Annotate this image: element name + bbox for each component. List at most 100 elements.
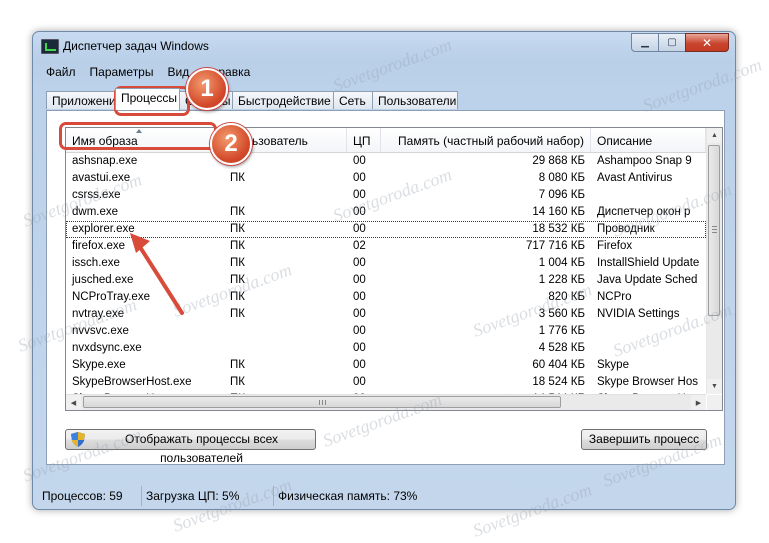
show-all-users-processes-button[interactable]: Отображать процессы всех пользователей — [65, 429, 316, 465]
cell-image-name: nvxdsync.exe — [72, 342, 142, 354]
status-processes: Процессов: 59 — [38, 486, 142, 506]
minimize-button[interactable]: ▁ — [631, 33, 659, 52]
cell-description: Skype Browser Hos — [597, 376, 698, 388]
grip-line — [325, 400, 326, 405]
table-row[interactable]: dwm.exe ПК 00 14 160 КБ Диспетчер окон р — [66, 204, 706, 221]
table-row[interactable]: nvvsvc.exe 00 1 776 КБ — [66, 323, 706, 340]
cell-user: ПК — [230, 223, 245, 235]
cell-user: ПК — [230, 240, 245, 252]
cell-cpu: 00 — [353, 223, 366, 235]
cell-cpu: 00 — [353, 291, 366, 303]
cell-user: ПК — [230, 376, 245, 388]
status-memory: Физическая память: 73% — [278, 489, 418, 503]
cell-description: InstallShield Update — [597, 257, 700, 269]
grip-line — [319, 400, 320, 405]
grip-line — [712, 229, 717, 230]
tab-applications[interactable]: Приложения — [46, 91, 122, 109]
horizontal-scroll-thumb[interactable] — [83, 396, 561, 408]
cell-memory: 1 004 КБ — [538, 257, 585, 269]
cell-cpu: 00 — [353, 189, 366, 201]
cell-description: Диспетчер окон р — [597, 206, 691, 218]
cell-user: ПК — [230, 308, 245, 320]
cell-memory: 29 868 КБ — [532, 155, 585, 167]
cell-description: NVIDIA Settings — [597, 308, 680, 320]
horizontal-scrollbar[interactable]: ◀ ▶ — [66, 394, 706, 410]
cell-description: Firefox — [597, 240, 633, 252]
cell-user — [224, 187, 347, 204]
cell-memory: 4 528 КБ — [538, 342, 585, 354]
grip-line — [712, 232, 717, 233]
cell-cpu: 00 — [353, 257, 366, 269]
cell-cpu: 00 — [353, 206, 366, 218]
title-bar[interactable]: Диспетчер задач Windows ▁ ▢ ✕ — [33, 32, 735, 60]
table-row[interactable]: Skype.exe ПК 00 60 404 КБ Skype — [66, 357, 706, 374]
cell-cpu: 00 — [353, 172, 366, 184]
tab-performance[interactable]: Быстродействие — [232, 91, 334, 109]
cell-description: NCPro — [597, 291, 632, 303]
cell-description — [591, 323, 706, 340]
close-button[interactable]: ✕ — [685, 33, 729, 52]
cell-memory: 1 228 КБ — [538, 274, 585, 286]
table-row[interactable]: csrss.exe 00 7 096 КБ — [66, 187, 706, 204]
cell-cpu: 00 — [353, 376, 366, 388]
vertical-scroll-thumb[interactable] — [708, 145, 720, 316]
cell-cpu: 00 — [353, 342, 366, 354]
column-description[interactable]: Описание — [591, 128, 706, 152]
column-memory[interactable]: Память (частный рабочий набор) — [381, 128, 591, 152]
tab-processes[interactable]: Процессы — [115, 88, 180, 110]
menu-file[interactable]: Файл — [40, 65, 84, 79]
cell-cpu: 00 — [353, 308, 366, 320]
scroll-right-icon[interactable]: ▶ — [691, 395, 706, 410]
table-row[interactable]: SkypeBrowserHost.exe ПК 00 18 524 КБ Skype B… — [66, 374, 706, 391]
cell-cpu: 00 — [353, 274, 366, 286]
cell-description — [591, 187, 706, 204]
cell-description: Ashampoo Snap 9 — [597, 155, 692, 167]
tab-users[interactable]: Пользователи — [372, 91, 458, 109]
cell-image-name: ashsnap.exe — [72, 155, 138, 167]
cell-memory: 8 080 КБ — [538, 172, 585, 184]
grip-line — [322, 400, 323, 405]
maximize-button[interactable]: ▢ — [658, 33, 686, 52]
tab-network[interactable]: Сеть — [333, 91, 373, 109]
status-cpu: Загрузка ЦП: 5% — [142, 486, 274, 506]
cell-cpu: 00 — [353, 359, 366, 371]
scrollbar-corner — [707, 395, 722, 410]
cell-user: ПК — [230, 359, 245, 371]
grip-line — [712, 226, 717, 227]
cell-user: ПК — [230, 291, 245, 303]
show-all-users-label: Отображать процессы всех пользователей — [125, 432, 278, 465]
menu-options[interactable]: Параметры — [84, 65, 162, 79]
table-row[interactable]: ashsnap.exe 00 29 868 КБ Ashampoo Snap 9 — [66, 153, 706, 170]
cell-description: Проводник — [597, 223, 655, 235]
annotation-badge-step-1: 1 — [186, 68, 228, 110]
table-row[interactable]: avastui.exe ПК 00 8 080 КБ Avast Antivirus — [66, 170, 706, 187]
cell-image-name: avastui.exe — [72, 172, 131, 184]
status-bar: Процессов: 59 Загрузка ЦП: 5% Физическая… — [38, 486, 730, 506]
scroll-left-icon[interactable]: ◀ — [66, 395, 81, 410]
cell-memory: 3 560 КБ — [538, 308, 585, 320]
cell-memory: 14 160 КБ — [532, 206, 585, 218]
cell-image-name: SkypeBrowserHost.exe — [72, 376, 192, 388]
cell-image-name: nvvsvc.exe — [72, 325, 129, 337]
end-process-button[interactable]: Завершить процесс — [581, 429, 707, 450]
table-row[interactable]: nvxdsync.exe 00 4 528 КБ — [66, 340, 706, 357]
cell-description: Skype — [597, 359, 629, 371]
annotation-highlight-image-name-column — [59, 122, 217, 150]
cell-cpu: 02 — [353, 240, 366, 252]
cell-memory: 717 716 КБ — [525, 240, 585, 252]
cell-user — [224, 323, 347, 340]
window-controls: ▁ ▢ ✕ — [631, 33, 729, 52]
cell-memory: 18 524 КБ — [532, 376, 585, 388]
menu-bar: Файл Параметры Вид Справка — [40, 62, 728, 81]
column-cpu[interactable]: ЦП — [347, 128, 381, 152]
scroll-up-icon[interactable]: ▲ — [707, 128, 722, 143]
cell-cpu: 00 — [353, 155, 366, 167]
cell-description: Java Update Sched — [597, 274, 698, 286]
scroll-down-icon[interactable]: ▼ — [707, 379, 722, 394]
cell-image-name: dwm.exe — [72, 206, 119, 218]
cell-image-name: Skype.exe — [72, 359, 126, 371]
annotation-badge-step-2: 2 — [210, 123, 252, 165]
vertical-scrollbar[interactable]: ▲ ▼ — [706, 128, 722, 394]
cell-memory: 820 КБ — [548, 291, 585, 303]
task-manager-app-icon — [41, 39, 59, 54]
